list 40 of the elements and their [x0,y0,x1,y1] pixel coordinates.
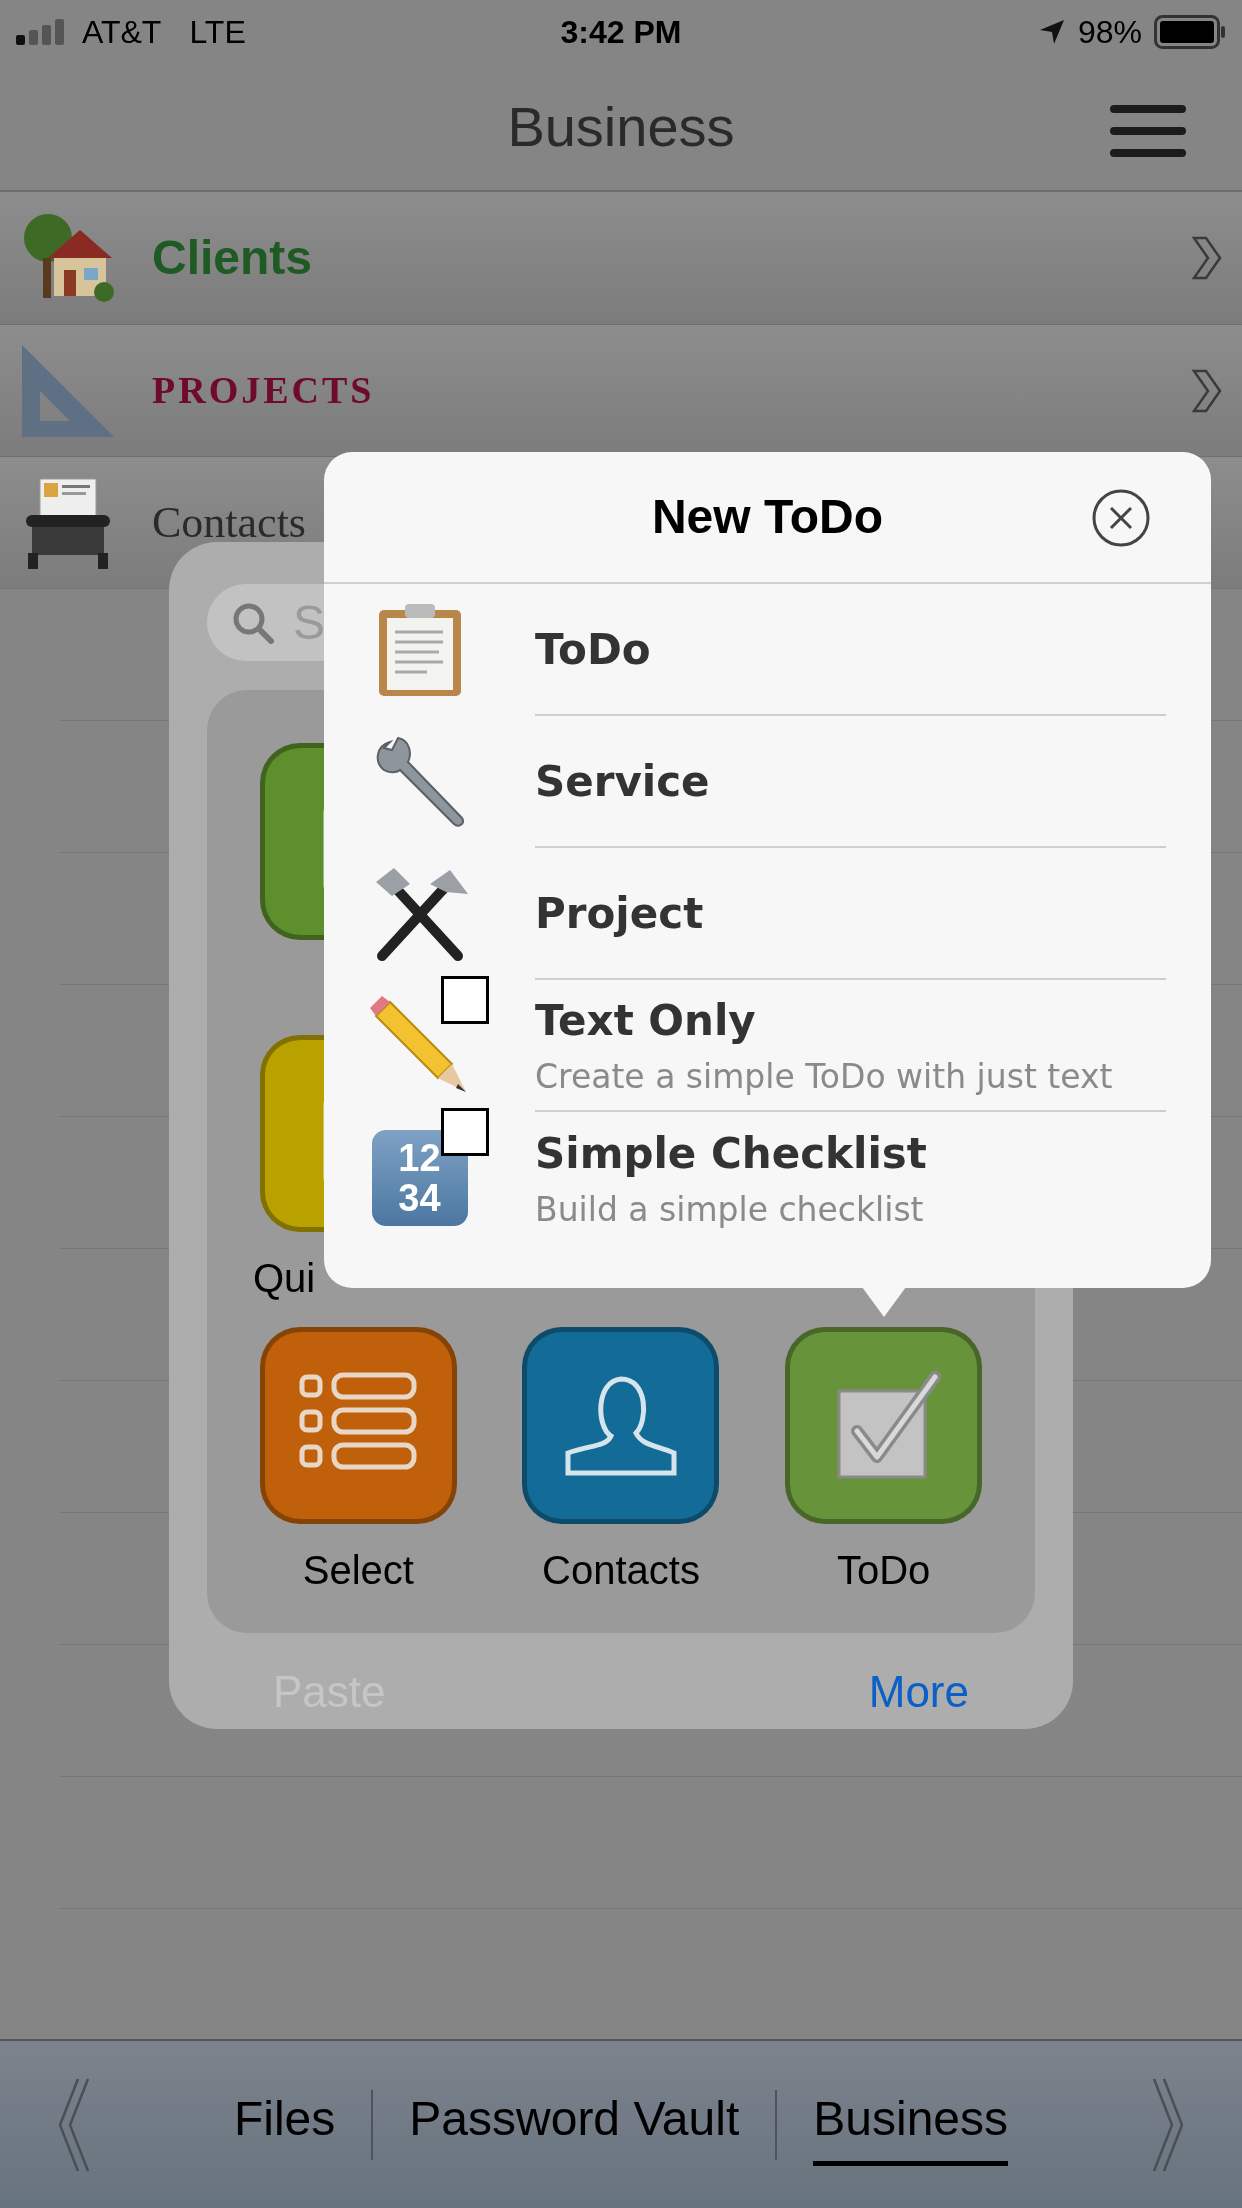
carrier-name: AT&T [82,12,162,52]
app-label: Contacts [542,1547,700,1594]
menu-icon[interactable] [1108,103,1188,159]
option-subtitle: Build a simple checklist [535,1188,925,1231]
app-tile[interactable] [259,1327,457,1524]
checkbox[interactable] [441,1108,489,1156]
app-tile[interactable] [522,1327,720,1524]
option-title: Simple Checklist [535,1127,928,1180]
option-subtitle: Create a simple ToDo with just text [535,1055,1114,1098]
option-title: Service [535,755,711,808]
tab[interactable]: Files [233,2083,336,2166]
checkbox[interactable] [441,976,489,1024]
tab[interactable]: Business [813,2083,1008,2166]
keycap-icon: 12 34 [371,1130,468,1226]
todo-type-option[interactable]: Service [324,716,1211,848]
app-label: Qui [253,1255,316,1302]
todo-type-option[interactable]: Project [324,848,1211,980]
option-title: ToDo [535,623,652,676]
clipboard-icon [376,602,463,698]
app-label: Select [302,1547,414,1594]
network-type: LTE [189,12,246,52]
tab[interactable]: Password Vault [409,2083,740,2166]
app-label: ToDo [836,1547,931,1594]
folder-name: Clients [152,230,313,286]
folder-name: Contacts [152,496,306,549]
clock: 3:42 PM [560,12,682,52]
battery-percent: 98% [1077,12,1142,52]
battery-icon [1154,14,1226,49]
popover-title: New ToDo [651,489,884,545]
page-title: Business [507,93,735,160]
todo-type-option[interactable]: ToDo [324,584,1211,716]
app-tile[interactable] [785,1327,983,1524]
more-button[interactable]: More [868,1659,969,1725]
folder-row[interactable]: PROJECTS [0,324,1242,456]
close-icon[interactable] [1091,488,1151,548]
todo-type-option[interactable]: 12 34 Simple Checklist Build a simple checklist [324,1112,1211,1244]
option-title: Text Only [535,994,757,1047]
folder-name: PROJECTS [152,368,375,413]
todo-type-option[interactable]: Text Only Create a simple ToDo with just text [324,980,1211,1112]
option-title: Project [535,887,705,940]
